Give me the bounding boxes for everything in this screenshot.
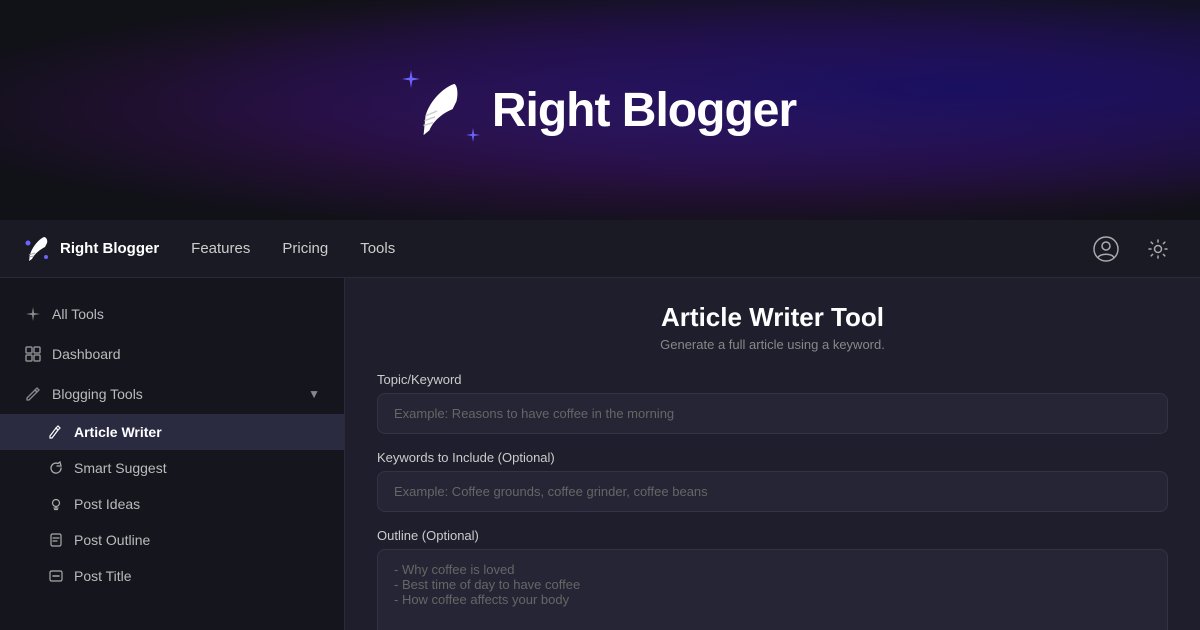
hero-title: Right Blogger <box>492 83 796 138</box>
gear-icon <box>1147 238 1169 260</box>
post-title-label: Post Title <box>74 568 132 584</box>
bulb-icon <box>49 497 63 511</box>
content-title: Article Writer Tool <box>377 302 1168 333</box>
sidebar-item-all-tools[interactable]: All Tools <box>0 294 344 334</box>
keywords-include-input[interactable] <box>377 471 1168 512</box>
nav-features[interactable]: Features <box>191 240 250 257</box>
star-icon-topleft <box>402 70 420 88</box>
topic-keyword-label: Topic/Keyword <box>377 372 1168 387</box>
sidebar-item-smart-suggest[interactable]: Smart Suggest <box>0 450 344 486</box>
post-ideas-icon <box>48 496 64 512</box>
keywords-include-label: Keywords to Include (Optional) <box>377 450 1168 465</box>
chevron-down-icon: ▼ <box>308 387 320 401</box>
content-subtitle: Generate a full article using a keyword. <box>377 337 1168 352</box>
blogging-tools-left: Blogging Tools <box>24 385 143 403</box>
navbar: Right Blogger Features Pricing Tools <box>0 220 1200 278</box>
blogging-tools-icon <box>24 385 42 403</box>
post-ideas-label: Post Ideas <box>74 496 140 512</box>
navbar-logo-icon <box>24 235 52 263</box>
sidebar-blogging-tools-section[interactable]: Blogging Tools ▼ <box>0 374 344 414</box>
article-writer-label: Article Writer <box>74 424 162 440</box>
topic-keyword-group: Topic/Keyword <box>377 372 1168 434</box>
sidebar-item-dashboard[interactable]: Dashboard <box>0 334 344 374</box>
grid-icon <box>25 346 41 362</box>
text-icon <box>49 569 63 583</box>
sidebar-item-post-title[interactable]: Post Title <box>0 558 344 594</box>
hero-area: Right Blogger <box>0 0 1200 220</box>
document-icon <box>49 533 63 547</box>
smart-suggest-label: Smart Suggest <box>74 460 167 476</box>
sidebar: All Tools Dashboard <box>0 278 345 630</box>
user-profile-button[interactable] <box>1088 231 1124 267</box>
sidebar-item-post-outline[interactable]: Post Outline <box>0 522 344 558</box>
dashboard-icon <box>24 345 42 363</box>
navbar-brand-text: Right Blogger <box>60 240 159 257</box>
smart-suggest-icon <box>48 460 64 476</box>
hero-logo-icon <box>404 74 476 146</box>
settings-button[interactable] <box>1140 231 1176 267</box>
dashboard-label: Dashboard <box>52 346 121 362</box>
topic-keyword-input[interactable] <box>377 393 1168 434</box>
user-icon <box>1093 236 1119 262</box>
edit-icon <box>25 386 41 402</box>
all-tools-icon <box>24 305 42 323</box>
main-layout: All Tools Dashboard <box>0 278 1200 630</box>
all-tools-label: All Tools <box>52 306 104 322</box>
content-area: Article Writer Tool Generate a full arti… <box>345 278 1200 630</box>
blogging-tools-label: Blogging Tools <box>52 386 143 402</box>
navbar-actions <box>1088 231 1176 267</box>
sidebar-item-article-writer[interactable]: Article Writer <box>0 414 344 450</box>
refresh-icon <box>49 461 63 475</box>
outline-group: Outline (Optional) <box>377 528 1168 630</box>
star-icon-bottomright <box>466 128 480 142</box>
pen-icon <box>49 425 63 439</box>
outline-textarea[interactable] <box>377 549 1168 630</box>
post-outline-icon <box>48 532 64 548</box>
nav-tools[interactable]: Tools <box>360 240 395 257</box>
sidebar-item-post-ideas[interactable]: Post Ideas <box>0 486 344 522</box>
navbar-brand[interactable]: Right Blogger <box>24 235 159 263</box>
outline-label: Outline (Optional) <box>377 528 1168 543</box>
feather-icon <box>414 82 466 140</box>
hero-logo: Right Blogger <box>404 74 796 146</box>
sparkle-icon <box>25 306 41 322</box>
article-writer-icon <box>48 424 64 440</box>
post-outline-label: Post Outline <box>74 532 150 548</box>
post-title-icon <box>48 568 64 584</box>
keywords-include-group: Keywords to Include (Optional) <box>377 450 1168 512</box>
navbar-nav: Features Pricing Tools <box>191 240 1088 257</box>
nav-pricing[interactable]: Pricing <box>282 240 328 257</box>
content-header: Article Writer Tool Generate a full arti… <box>377 302 1168 352</box>
